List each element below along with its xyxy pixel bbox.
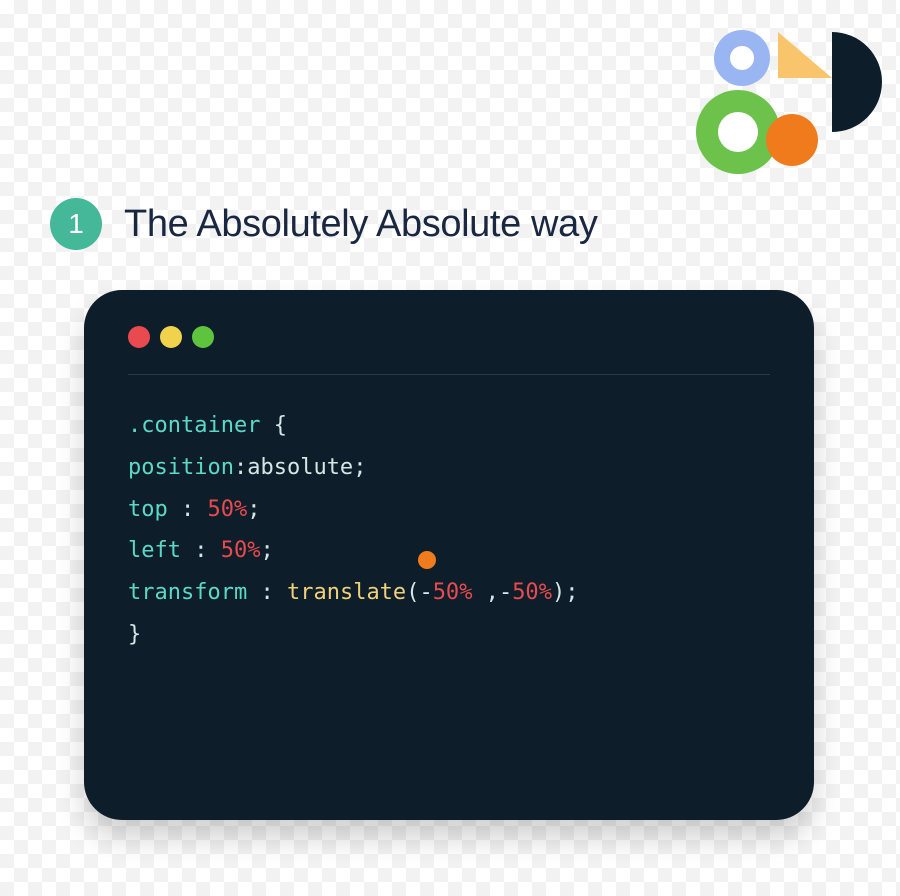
- code-prop: left: [128, 538, 181, 563]
- step-badge: 1: [50, 198, 102, 250]
- maximize-icon: [192, 326, 214, 348]
- heading-row: 1 The Absolutely Absolute way: [50, 198, 597, 250]
- close-icon: [128, 326, 150, 348]
- code-prop: top: [128, 497, 168, 522]
- center-point-icon: [418, 551, 436, 569]
- code-block: .container { position:absolute; top : 50…: [128, 405, 770, 739]
- decorative-shapes: [682, 20, 882, 190]
- code-prop: transform: [128, 580, 247, 605]
- code-selector: .container: [128, 413, 260, 438]
- code-window: .container { position:absolute; top : 50…: [84, 290, 814, 820]
- heading-title: The Absolutely Absolute way: [124, 203, 597, 246]
- code-prop: position: [128, 455, 234, 480]
- minimize-icon: [160, 326, 182, 348]
- traffic-lights: [128, 326, 770, 375]
- step-number: 1: [68, 208, 84, 240]
- code-brace-open: {: [274, 413, 287, 438]
- code-brace-close: }: [128, 622, 141, 647]
